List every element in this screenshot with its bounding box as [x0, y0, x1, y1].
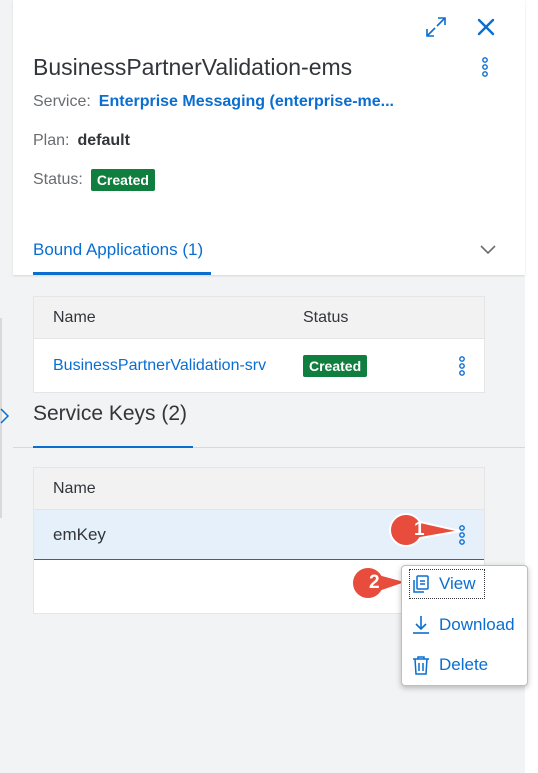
menu-item-delete[interactable]: Delete: [410, 651, 488, 679]
close-button[interactable]: [473, 14, 499, 40]
expand-icon: [426, 17, 446, 37]
service-link[interactable]: Enterprise Messaging (enterprise-me...: [99, 93, 394, 111]
callout-marker-1: 1: [386, 512, 462, 548]
service-key-name: emKey: [53, 525, 106, 544]
service-keys-title[interactable]: Service Keys (2): [33, 402, 187, 426]
page-title: BusinessPartnerValidation-ems: [33, 54, 353, 80]
more-vertical-icon: [482, 57, 488, 77]
status-label: Status:: [33, 171, 83, 188]
menu-item-view[interactable]: View: [409, 569, 485, 599]
header-more-button[interactable]: [475, 54, 495, 80]
status-badge: Created: [303, 355, 368, 377]
status-badge: Created: [90, 169, 155, 191]
download-icon: [410, 614, 432, 636]
tab-selected-indicator: [33, 272, 211, 275]
expand-button[interactable]: [423, 14, 449, 40]
chevron-right-icon[interactable]: [0, 405, 10, 427]
service-row: Service: Enterprise Messaging (enterpris…: [33, 93, 394, 111]
table-header: Name Status: [34, 297, 484, 339]
application-link[interactable]: BusinessPartnerValidation-srv: [53, 357, 266, 375]
column-header-name: Name: [53, 309, 96, 326]
table-row: BusinessPartnerValidation-srv Created: [34, 339, 484, 393]
row-more-button[interactable]: [452, 353, 472, 379]
plan-value: default: [77, 132, 130, 149]
trash-icon: [410, 654, 432, 676]
plan-label: Plan:: [33, 132, 70, 149]
callout-number: 2: [369, 572, 380, 593]
menu-item-label: Download: [439, 615, 515, 634]
callout-number: 1: [414, 519, 425, 540]
column-header-name: Name: [53, 480, 96, 497]
copy-icon: [410, 573, 432, 595]
bound-applications-table: Name Status BusinessPartnerValidation-sr…: [33, 296, 485, 393]
menu-item-download[interactable]: Download: [410, 611, 515, 639]
more-vertical-icon: [459, 356, 465, 376]
menu-item-label: Delete: [439, 655, 489, 674]
plan-row: Plan: default: [33, 132, 130, 150]
service-keys-indicator: [33, 446, 193, 448]
service-label: Service:: [33, 93, 91, 110]
instance-header: BusinessPartnerValidation-ems Service: E…: [13, 0, 525, 275]
table-header: Name: [34, 468, 484, 510]
close-icon: [477, 18, 495, 36]
row-actions-menu: View Download Delete: [401, 565, 528, 686]
chevron-down-icon[interactable]: [477, 238, 499, 260]
menu-item-label: View: [439, 574, 476, 593]
status-row: Status: Created: [33, 169, 155, 191]
column-header-status: Status: [303, 309, 349, 326]
tab-bound-applications[interactable]: Bound Applications (1): [33, 240, 203, 260]
